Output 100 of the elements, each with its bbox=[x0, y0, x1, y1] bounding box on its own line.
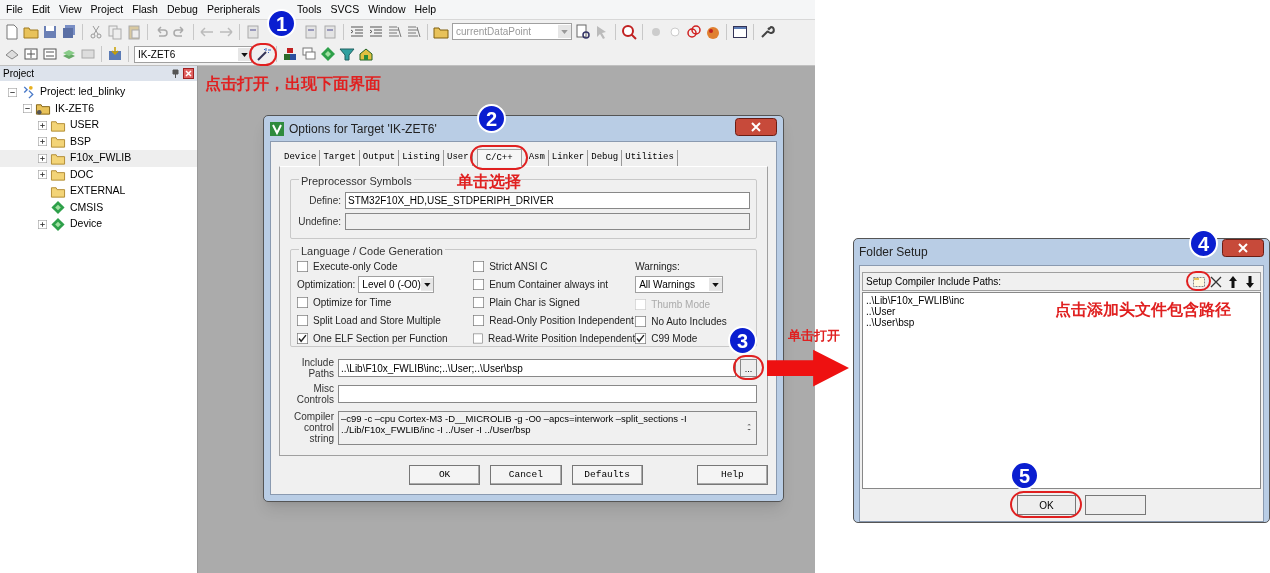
tree-item[interactable]: CMSIS bbox=[69, 199, 105, 216]
checkbox[interactable] bbox=[297, 314, 308, 326]
expand-icon[interactable] bbox=[38, 219, 47, 229]
window-icon[interactable] bbox=[732, 23, 748, 40]
menu-item[interactable]: SVCS bbox=[326, 1, 364, 18]
funnel-icon[interactable] bbox=[339, 46, 355, 62]
stacked-windows-icon[interactable] bbox=[301, 46, 317, 62]
checkbox[interactable] bbox=[635, 316, 647, 327]
tree-item[interactable]: BSP bbox=[69, 133, 92, 150]
close-button[interactable] bbox=[1222, 239, 1264, 257]
load-icon[interactable] bbox=[107, 46, 123, 62]
dialog-button[interactable] bbox=[1085, 495, 1146, 515]
checkbox[interactable] bbox=[473, 279, 485, 291]
dialog-button[interactable]: OK bbox=[409, 465, 481, 485]
down-arrow-icon[interactable] bbox=[1243, 274, 1257, 289]
expand-icon[interactable] bbox=[38, 153, 47, 163]
tree-item[interactable]: DOC bbox=[69, 166, 95, 183]
rings-icon[interactable] bbox=[686, 23, 702, 40]
pin-icon[interactable] bbox=[172, 69, 179, 78]
menu-item[interactable]: Peripherals bbox=[202, 1, 265, 18]
document-icon[interactable] bbox=[4, 23, 20, 40]
checkbox[interactable] bbox=[473, 261, 485, 273]
tree-item[interactable]: IK-ZET6 bbox=[54, 100, 96, 117]
optimization-combo[interactable]: Level 0 (-O0) bbox=[358, 276, 435, 294]
checkbox-label: Execute-only Code bbox=[313, 260, 398, 275]
up-arrow-icon[interactable] bbox=[1226, 274, 1240, 289]
tab[interactable]: C/C++ bbox=[476, 149, 522, 167]
warnings-combo[interactable]: All Warnings bbox=[635, 276, 724, 293]
list-item[interactable]: ..\User\bsp bbox=[866, 317, 915, 328]
window-title: Folder Setup bbox=[859, 244, 928, 261]
input-field[interactable] bbox=[338, 385, 757, 403]
field-label: Controls bbox=[296, 394, 334, 405]
menu-item[interactable]: Tools bbox=[293, 1, 326, 18]
comment-lines-icon[interactable] bbox=[406, 23, 422, 40]
dialog-button[interactable]: OK bbox=[1017, 495, 1076, 515]
target-combo[interactable]: IK-ZET6 bbox=[134, 45, 252, 63]
dialog-button[interactable]: Cancel bbox=[490, 465, 562, 485]
save-all-icon[interactable] bbox=[61, 23, 77, 40]
comment-lines-icon[interactable] bbox=[387, 23, 403, 40]
checkbox[interactable] bbox=[473, 332, 484, 344]
menu-item[interactable]: Flash bbox=[128, 1, 162, 18]
checkbox[interactable] bbox=[297, 332, 308, 344]
scissors-icon[interactable] bbox=[88, 23, 104, 40]
indent-icon[interactable] bbox=[349, 23, 365, 40]
house-icon[interactable] bbox=[358, 46, 374, 62]
list-item[interactable]: ..\Lib\F10x_FWLIB\inc bbox=[866, 295, 965, 306]
dialog-button[interactable]: Help bbox=[696, 465, 768, 485]
list-label: Setup Compiler Include Paths: bbox=[866, 275, 1002, 289]
list-item[interactable]: ..\User bbox=[866, 306, 896, 317]
field-label: control bbox=[304, 422, 334, 433]
expand-icon[interactable] bbox=[38, 120, 47, 130]
bookmark-icon[interactable] bbox=[322, 23, 338, 40]
collapse-icon[interactable] bbox=[23, 104, 32, 114]
bookmark-icon[interactable] bbox=[245, 23, 261, 40]
delete-icon[interactable] bbox=[1209, 274, 1223, 289]
menu-item[interactable]: Window bbox=[364, 1, 410, 18]
expand-icon[interactable] bbox=[38, 137, 47, 147]
tree-item[interactable]: USER bbox=[69, 117, 101, 134]
bookmark-icon[interactable] bbox=[303, 23, 319, 40]
checkbox-label: Read-Write Position Independent bbox=[488, 331, 636, 346]
collapse-icon[interactable] bbox=[8, 87, 17, 97]
close-icon[interactable] bbox=[183, 68, 194, 79]
menu-item[interactable]: File bbox=[2, 1, 27, 18]
checkbox[interactable] bbox=[297, 261, 308, 273]
close-button[interactable] bbox=[735, 117, 777, 136]
menu-item[interactable]: View bbox=[55, 1, 86, 18]
rebuild-icon[interactable] bbox=[42, 46, 58, 62]
wand-icon[interactable] bbox=[255, 46, 271, 62]
wrench-icon[interactable] bbox=[759, 23, 775, 40]
checkbox[interactable] bbox=[473, 314, 485, 326]
browse-button[interactable]: ... bbox=[740, 359, 757, 377]
tree-item[interactable]: EXTERNAL bbox=[69, 183, 127, 200]
annotation-note: 单击打开 bbox=[788, 327, 840, 345]
input-field[interactable] bbox=[345, 213, 750, 230]
build-icon[interactable] bbox=[23, 46, 39, 62]
highlight-ring bbox=[470, 145, 528, 170]
checkbox-label: Thumb Mode bbox=[651, 298, 711, 312]
magnifier-icon[interactable] bbox=[621, 23, 637, 40]
menu-item[interactable]: Debug bbox=[162, 1, 202, 18]
field-label: Include bbox=[301, 357, 334, 368]
menu-item[interactable]: Help bbox=[410, 1, 441, 18]
diamond-icon[interactable] bbox=[320, 46, 336, 62]
arrow-icon bbox=[767, 347, 849, 389]
checkbox[interactable] bbox=[473, 297, 485, 308]
input-field[interactable]: ..\Lib\F10x_FWLIB\inc;..\User;..\User\bsp bbox=[338, 359, 736, 377]
dialog-button[interactable]: Defaults bbox=[571, 465, 643, 485]
find-icon[interactable] bbox=[575, 23, 591, 40]
tree-item[interactable]: Project: led_blinky bbox=[39, 84, 127, 101]
menu-item[interactable]: Project bbox=[86, 1, 128, 18]
indent-icon[interactable] bbox=[368, 23, 384, 40]
checkbox-label: No Auto Includes bbox=[651, 315, 727, 329]
tree-item[interactable]: Device bbox=[69, 216, 104, 233]
input-field[interactable]: STM32F10X_HD,USE_STDPERIPH_DRIVER bbox=[345, 192, 750, 209]
save-icon[interactable] bbox=[42, 23, 58, 40]
checkbox[interactable] bbox=[297, 297, 308, 309]
app-icon bbox=[270, 121, 284, 136]
menu-item[interactable]: Edit bbox=[27, 1, 54, 18]
expand-icon[interactable] bbox=[38, 170, 47, 180]
blocks-icon[interactable] bbox=[282, 46, 298, 62]
checkbox[interactable] bbox=[635, 333, 647, 344]
